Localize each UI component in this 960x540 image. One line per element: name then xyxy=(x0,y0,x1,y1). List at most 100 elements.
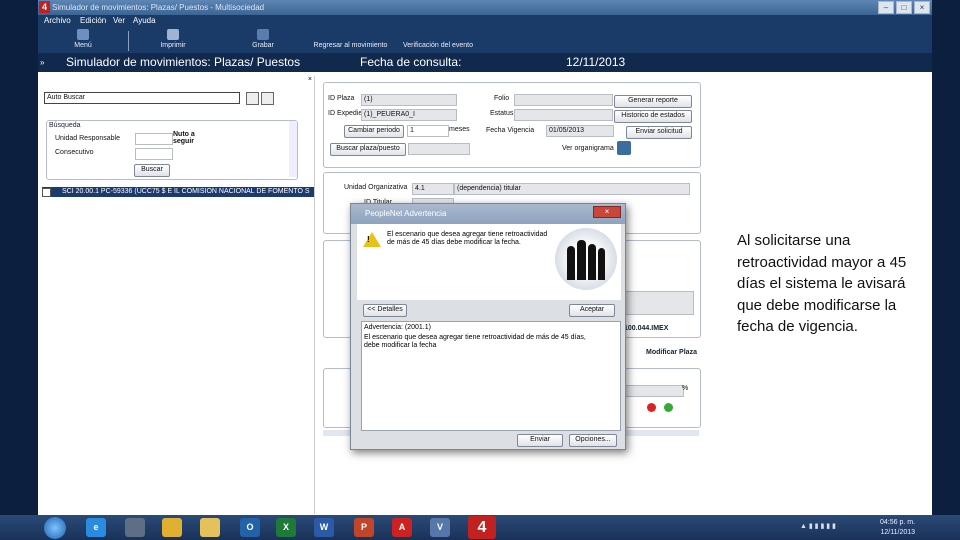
window-controls: – □ × xyxy=(876,0,930,15)
page-title: Simulador de movimientos: Plazas/ Puesto… xyxy=(66,55,301,69)
clear-search-icon[interactable] xyxy=(261,92,274,105)
app4-icon[interactable]: 4 xyxy=(468,516,496,539)
log-line-2: El escenario que desea agregar tiene ret… xyxy=(364,334,586,349)
search-plaza-button[interactable]: Buscar plaza/puesto xyxy=(330,143,406,156)
group-scrollbar[interactable] xyxy=(289,121,297,177)
plaza-field[interactable] xyxy=(408,143,470,155)
period-input[interactable]: 1 xyxy=(407,125,449,137)
date-label: Fecha de consulta: xyxy=(360,55,462,69)
dialog-log-area[interactable]: Advertencia: (2001.1) El escenario que d… xyxy=(361,321,621,431)
close-window-button[interactable]: × xyxy=(914,1,930,14)
warning-dialog: PeopleNet Advertencia × ! El escenario q… xyxy=(350,203,626,450)
search-group-title: Búsqueda xyxy=(49,122,81,129)
unidad-label: Unidad Organizativa xyxy=(344,184,408,191)
consecutive-label: Consecutivo xyxy=(55,149,94,156)
acrobat-icon[interactable]: A xyxy=(392,518,412,537)
save-icon xyxy=(257,29,269,40)
tray-icons[interactable]: ▲ ▮ ▮ ▮ ▮ ▮ xyxy=(800,522,836,530)
consecutive-input[interactable] xyxy=(135,148,173,160)
collapse-icon[interactable]: » xyxy=(40,53,44,72)
folio-label: Folio xyxy=(494,95,510,102)
back-to-movement-button[interactable]: Regresar al movimiento xyxy=(308,29,393,49)
plaza-panel: ID Plaza (1) ID Expediente (1)_PEUERA0_I… xyxy=(323,82,701,168)
dialog-message: El escenario que desea agregar tiene ret… xyxy=(387,231,548,246)
dialog-message-area: ! El escenario que desea agregar tiene r… xyxy=(357,224,621,300)
menu-archivo[interactable]: Archivo xyxy=(44,16,71,25)
vigencia-label: Fecha Vigencia xyxy=(486,127,535,134)
unit-label: Unidad Responsable xyxy=(55,135,120,142)
status-right: 100.044.IMEX xyxy=(624,325,669,332)
menu-button[interactable]: Menú xyxy=(68,29,98,49)
change-period-button[interactable]: Cambiar periodo xyxy=(344,125,404,138)
unidad-code-field[interactable]: 4.1 xyxy=(412,183,454,195)
unit-input[interactable] xyxy=(135,133,173,145)
printer-icon xyxy=(167,29,179,40)
detail-text-area[interactable] xyxy=(624,291,694,315)
print-button[interactable]: Imprimir xyxy=(158,29,188,49)
report-button[interactable]: Generar reporte xyxy=(614,95,692,108)
organigrama-label: Ver organigrama xyxy=(562,145,614,152)
accept-button[interactable]: Aceptar xyxy=(569,304,615,317)
people-silhouette-icon xyxy=(555,228,617,290)
percent-label: % xyxy=(682,385,689,392)
explanation-note: Al solicitarse una retroactividad mayor … xyxy=(737,232,907,336)
menu-ver[interactable]: Ver xyxy=(113,16,125,25)
menu-edicion[interactable]: Edición xyxy=(80,16,106,25)
menu-ayuda[interactable]: Ayuda xyxy=(133,16,156,25)
folio-field[interactable] xyxy=(514,94,613,106)
dialog-send-button[interactable]: Enviar xyxy=(517,434,563,447)
organigrama-icon[interactable] xyxy=(617,141,631,155)
start-button-icon[interactable] xyxy=(44,517,66,539)
app-title: Simulador de movimientos: Plazas/ Puesto… xyxy=(52,3,265,12)
taskbar: e O X W P A V 4 ▲ ▮ ▮ ▮ ▮ ▮ 04:56 p. m. … xyxy=(0,515,960,540)
search-group: Búsqueda Unidad Responsable Nuto a segui… xyxy=(46,120,298,180)
ie-icon[interactable]: e xyxy=(86,518,106,537)
percent-field[interactable] xyxy=(624,385,684,397)
history-button[interactable]: Historico de estados xyxy=(614,110,692,123)
clock[interactable]: 04:56 p. m. 12/11/2013 xyxy=(880,518,915,538)
word-icon[interactable]: W xyxy=(314,518,334,537)
folder-icon[interactable] xyxy=(200,518,220,537)
app-logo-icon: 4 xyxy=(39,1,50,13)
search-button[interactable]: Buscar xyxy=(134,164,170,177)
close-pane-icon[interactable]: × xyxy=(308,76,312,83)
modify-plaza-link[interactable]: Modificar Plaza xyxy=(646,349,697,356)
send-request-button[interactable]: Enviar solicitud xyxy=(626,126,692,139)
header-strip: » Simulador de movimientos: Plazas/ Pues… xyxy=(38,53,932,72)
period-unit: meses xyxy=(449,126,470,133)
warning-icon xyxy=(363,232,381,247)
cancel-icon[interactable] xyxy=(647,403,656,412)
minimize-button[interactable]: – xyxy=(878,1,894,14)
menu-toolbar: Archivo Edición Ver Ayuda Menú Imprimir … xyxy=(38,15,932,53)
save-button[interactable]: Grabar xyxy=(243,29,283,49)
chrome-icon[interactable] xyxy=(162,518,182,537)
dialog-title: PeopleNet Advertencia xyxy=(351,204,625,224)
outlook-icon[interactable]: O xyxy=(240,518,260,537)
visio-icon[interactable]: V xyxy=(430,518,450,537)
auto-search-input[interactable]: Auto Buscar xyxy=(44,92,240,104)
log-line-1: Advertencia: (2001.1) xyxy=(364,324,431,331)
search-option-icon[interactable] xyxy=(246,92,259,105)
estatus-label: Estatus xyxy=(490,110,514,117)
menu-icon xyxy=(77,29,89,40)
estatus-field[interactable] xyxy=(514,109,613,121)
date-value: 12/11/2013 xyxy=(566,55,626,69)
id-field[interactable]: (1) xyxy=(361,94,457,106)
tree-item[interactable]: SCI 20.00.1 PC-59336 (UCC75 $ E IL COMIS… xyxy=(42,187,314,197)
ok-icon[interactable] xyxy=(664,403,673,412)
powerpoint-icon[interactable]: P xyxy=(354,518,374,537)
details-button[interactable]: << Detalles xyxy=(363,304,407,317)
hint-text: Nuto a seguir xyxy=(173,131,195,145)
id-label: ID Plaza xyxy=(328,95,355,102)
vigencia-field[interactable]: 01/05/2013 xyxy=(546,125,614,137)
tree-expand-icon[interactable] xyxy=(42,188,51,197)
dialog-options-button[interactable]: Opciones... xyxy=(569,434,617,447)
explorer-tool-icon[interactable] xyxy=(125,518,145,537)
maximize-button[interactable]: □ xyxy=(896,1,912,14)
excel-icon[interactable]: X xyxy=(276,518,296,537)
expediente-field[interactable]: (1)_PEUERA0_I xyxy=(361,109,457,121)
dialog-close-button[interactable]: × xyxy=(593,206,621,218)
verify-event-button[interactable]: Verificación del evento xyxy=(393,29,483,49)
app-title-bar: 4 Simulador de movimientos: Plazas/ Pues… xyxy=(38,0,932,15)
unidad-value-field[interactable]: (dependencia) titular xyxy=(454,183,690,195)
